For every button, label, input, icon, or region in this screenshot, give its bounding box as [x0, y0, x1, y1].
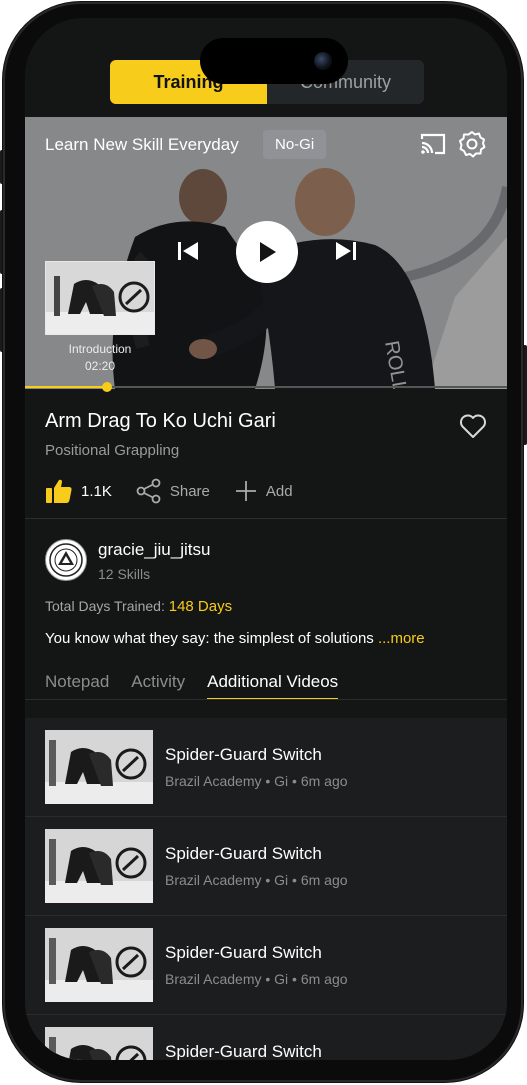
- detail-tabs: Notepad Activity Additional Videos: [45, 672, 360, 700]
- video-title[interactable]: Spider-Guard Switch: [165, 943, 322, 963]
- video-meta: Brazil Academy • Gi • 6m ago: [165, 971, 348, 987]
- video-thumbnail[interactable]: [45, 730, 153, 804]
- list-item[interactable]: Spider-Guard Switch Brazil Academy • Gi …: [25, 817, 507, 916]
- intro-chapter-thumbnail[interactable]: [45, 261, 155, 335]
- share-label: Share: [169, 482, 210, 500]
- tab-notepad[interactable]: Notepad: [45, 672, 109, 700]
- play-icon: [260, 242, 276, 262]
- video-progress-fill: [25, 386, 107, 388]
- days-trained-label: Total Days Trained:: [45, 598, 165, 614]
- plus-icon: [235, 481, 256, 501]
- lesson-category: Positional Grappling: [45, 442, 180, 459]
- gear-icon[interactable]: [458, 130, 486, 163]
- video-progress-bar[interactable]: [25, 382, 507, 392]
- share-button[interactable]: Share: [136, 478, 210, 504]
- lesson-title: Arm Drag To Ko Uchi Gari: [45, 410, 276, 432]
- add-button[interactable]: Add: [234, 479, 293, 503]
- video-thumbnail[interactable]: [45, 829, 153, 903]
- no-gi-badge: No-Gi: [263, 130, 327, 159]
- app-screen: Training Community ROLL Learn New Skill …: [25, 18, 507, 1060]
- list-item[interactable]: Spider-Guard Switch: [25, 1015, 507, 1060]
- video-meta: Brazil Academy • Gi • 6m ago: [165, 773, 348, 789]
- video-thumbnail[interactable]: [45, 928, 153, 1002]
- share-icon: [136, 478, 161, 504]
- description-text: You know what they say: the simplest of …: [45, 630, 374, 647]
- cast-icon[interactable]: [419, 132, 447, 161]
- days-trained-value: 148 Days: [168, 598, 233, 615]
- video-meta: Brazil Academy • Gi • 6m ago: [165, 872, 348, 888]
- avatar[interactable]: [45, 539, 87, 581]
- video-title[interactable]: Spider-Guard Switch: [165, 745, 322, 765]
- instructor-description: You know what they say: the simplest of …: [45, 630, 425, 647]
- phone-power-button: [523, 345, 527, 445]
- heart-icon[interactable]: [459, 413, 487, 444]
- play-button[interactable]: [236, 221, 298, 283]
- list-item[interactable]: Spider-Guard Switch Brazil Academy • Gi …: [25, 916, 507, 1015]
- intro-chapter-title: Introduction: [68, 342, 132, 356]
- more-link[interactable]: ...more: [378, 630, 425, 647]
- instructor-skills: 12 Skills: [98, 566, 151, 582]
- list-item[interactable]: Spider-Guard Switch Brazil Academy • Gi …: [25, 718, 507, 817]
- like-count: 1.1K: [81, 482, 112, 500]
- video-thumbnail[interactable]: [45, 1027, 153, 1060]
- video-headline: Learn New Skill Everyday: [45, 135, 239, 154]
- tabs-divider: [25, 699, 507, 700]
- instructor-name[interactable]: gracie_jiu_jitsu: [98, 540, 210, 560]
- phone-frame: Training Community ROLL Learn New Skill …: [3, 2, 523, 1082]
- lesson-actions: 1.1K Share Add: [45, 478, 317, 504]
- front-camera: [314, 52, 332, 70]
- days-trained: Total Days Trained: 148 Days: [45, 598, 232, 615]
- video-title[interactable]: Spider-Guard Switch: [165, 844, 322, 864]
- dynamic-island: [200, 38, 348, 84]
- video-title[interactable]: Spider-Guard Switch: [165, 1042, 322, 1060]
- additional-videos-list: Spider-Guard Switch Brazil Academy • Gi …: [25, 718, 507, 1060]
- tab-activity[interactable]: Activity: [131, 672, 185, 700]
- video-progress-handle[interactable]: [101, 382, 112, 392]
- next-icon[interactable]: [334, 240, 358, 267]
- thumbs-up-icon: [46, 479, 72, 503]
- like-button[interactable]: 1.1K: [45, 478, 112, 504]
- tab-additional-videos[interactable]: Additional Videos: [207, 672, 339, 700]
- intro-chapter-label: Introduction 02:20: [45, 341, 155, 375]
- previous-icon[interactable]: [176, 240, 200, 267]
- section-divider: [25, 518, 507, 519]
- intro-chapter-time: 02:20: [84, 359, 116, 373]
- add-label: Add: [265, 482, 293, 500]
